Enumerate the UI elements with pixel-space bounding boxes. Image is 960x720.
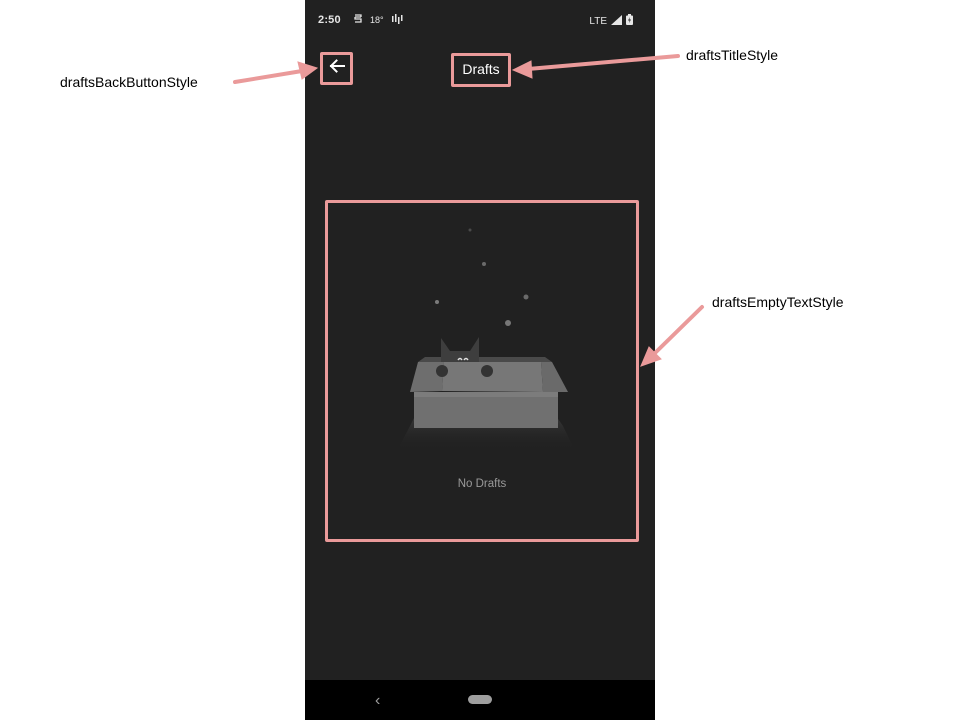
- back-button-style-label: draftsBackButtonStyle: [60, 74, 198, 90]
- annotation-arrows: [233, 54, 704, 367]
- title-style-label: draftsTitleStyle: [686, 47, 779, 63]
- empty-text-style-label: draftsEmptyTextStyle: [712, 294, 844, 310]
